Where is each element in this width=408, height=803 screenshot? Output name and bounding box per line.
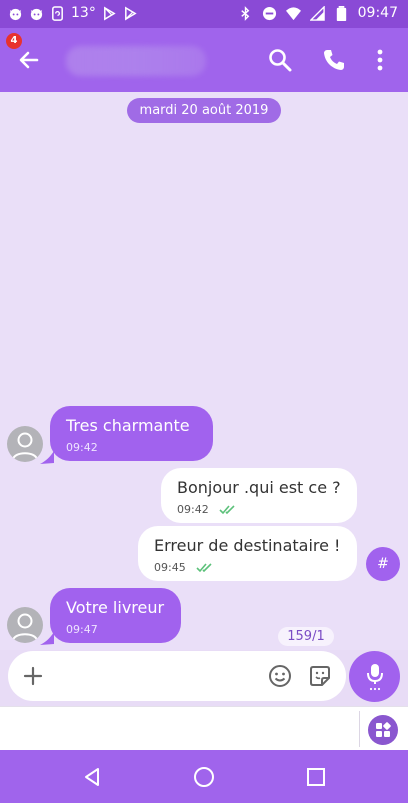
play-store-icon bbox=[103, 6, 116, 21]
message-time: 09:42 bbox=[177, 503, 209, 516]
nav-home-icon bbox=[194, 767, 214, 787]
bubble-tail bbox=[40, 632, 54, 645]
signal-icon bbox=[309, 6, 325, 21]
plus-icon bbox=[23, 666, 43, 686]
nav-recents-button[interactable] bbox=[301, 762, 331, 792]
extensions-button[interactable] bbox=[368, 715, 398, 745]
status-right-icons: 09:47 bbox=[238, 5, 398, 22]
microphone-icon bbox=[366, 663, 383, 690]
person-icon bbox=[12, 613, 38, 642]
sticker-button[interactable] bbox=[306, 662, 334, 690]
call-button[interactable] bbox=[317, 44, 351, 76]
message-bubble-outgoing[interactable]: Erreur de destinataire ! 09:45 bbox=[138, 526, 357, 581]
message-text: Votre livreur bbox=[66, 598, 165, 617]
do-not-disturb-icon bbox=[262, 6, 276, 21]
back-arrow-icon bbox=[19, 51, 39, 69]
status-left-icons: 13° bbox=[8, 5, 138, 22]
message-input[interactable] bbox=[60, 661, 260, 691]
app-bar: 4 bbox=[0, 28, 408, 92]
message-time: 09:47 bbox=[66, 623, 98, 636]
nav-home-button[interactable] bbox=[189, 762, 219, 792]
nav-back-button[interactable] bbox=[77, 762, 107, 792]
double-check-icon bbox=[196, 563, 212, 573]
avatar[interactable] bbox=[7, 426, 43, 462]
message-bubble-incoming[interactable]: Votre livreur 09:47 bbox=[50, 588, 181, 643]
hash-button[interactable]: # bbox=[366, 547, 400, 581]
nav-back-icon bbox=[85, 768, 99, 786]
cat-notification-icon bbox=[30, 8, 43, 21]
attach-button[interactable] bbox=[19, 662, 47, 690]
extensions-grid-icon bbox=[376, 722, 391, 737]
message-text: Tres charmante bbox=[66, 416, 190, 435]
person-icon bbox=[12, 432, 38, 461]
back-button[interactable] bbox=[12, 44, 46, 76]
voice-record-button[interactable] bbox=[349, 651, 400, 702]
unread-badge: 4 bbox=[6, 33, 22, 49]
search-button[interactable] bbox=[263, 44, 297, 76]
emoji-button[interactable] bbox=[266, 662, 294, 690]
divider bbox=[359, 711, 360, 747]
battery-icon bbox=[336, 6, 346, 21]
emoji-icon bbox=[269, 665, 291, 687]
message-text: Erreur de destinataire ! bbox=[154, 536, 341, 555]
temperature-text: 13° bbox=[71, 5, 96, 21]
search-icon bbox=[269, 49, 292, 72]
phone-sync-icon bbox=[52, 6, 63, 21]
message-time: 09:42 bbox=[66, 441, 98, 454]
message-bubble-incoming[interactable]: Tres charmante 09:42 bbox=[50, 406, 213, 461]
more-vert-icon bbox=[377, 49, 383, 71]
message-time: 09:45 bbox=[154, 561, 186, 574]
avatar[interactable] bbox=[7, 607, 43, 643]
status-bar: 13° 09:47 bbox=[0, 0, 408, 28]
conversation-area[interactable]: mardi 20 août 2019 Tres charmante 09:42 … bbox=[0, 92, 408, 650]
clock-text: 09:47 bbox=[357, 5, 398, 21]
date-separator: mardi 20 août 2019 bbox=[127, 98, 281, 123]
contact-name-redacted[interactable] bbox=[66, 46, 206, 76]
bubble-tail bbox=[40, 451, 54, 464]
bluetooth-icon bbox=[240, 6, 249, 21]
sms-counter: 159/1 bbox=[278, 627, 334, 646]
wifi-icon bbox=[285, 7, 301, 21]
more-options-button[interactable] bbox=[363, 44, 397, 76]
sticker-icon bbox=[310, 666, 330, 686]
extensions-bar bbox=[0, 706, 408, 750]
cat-notification-icon bbox=[9, 8, 22, 21]
navigation-bar bbox=[0, 750, 408, 803]
message-text: Bonjour .qui est ce ? bbox=[177, 478, 341, 497]
nav-recents-icon bbox=[307, 768, 325, 786]
composer bbox=[8, 651, 346, 701]
play-store-icon bbox=[124, 6, 137, 21]
phone-icon bbox=[324, 50, 344, 70]
double-check-icon bbox=[219, 505, 235, 515]
message-bubble-outgoing[interactable]: Bonjour .qui est ce ? 09:42 bbox=[161, 468, 357, 523]
